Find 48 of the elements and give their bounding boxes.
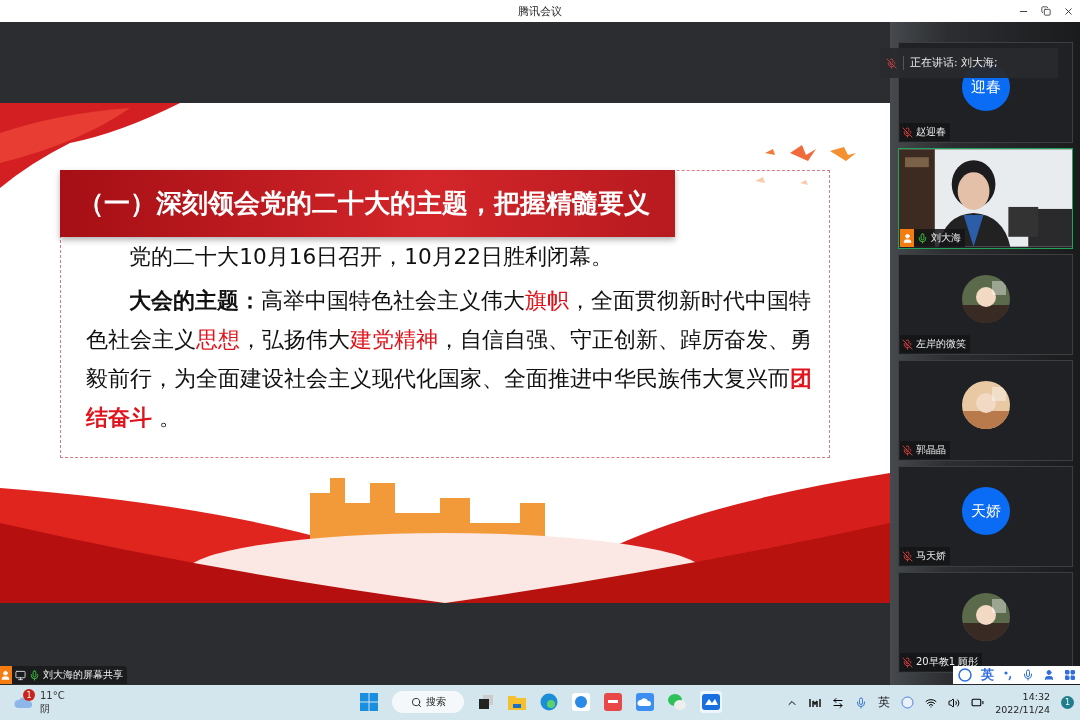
battery-icon[interactable] bbox=[971, 696, 985, 709]
participant-name: 郭晶晶 bbox=[916, 443, 946, 457]
microphone-icon[interactable] bbox=[855, 696, 868, 709]
language-toggle[interactable]: 英 bbox=[980, 666, 994, 684]
grid-icon[interactable] bbox=[1063, 669, 1076, 681]
meeting-app-icon[interactable] bbox=[700, 691, 722, 713]
input-method[interactable]: 英 bbox=[878, 694, 891, 711]
folder-icon[interactable] bbox=[508, 694, 526, 710]
close-button[interactable] bbox=[1063, 5, 1074, 17]
slide-paragraph: 党的二十大10月16日召开，10月22日胜利闭幕。 bbox=[128, 243, 615, 271]
participant-name: 赵迎春 bbox=[916, 125, 946, 139]
slide-paragraph: 大会的主题：高举中国特色社会主义伟大旗帜，全面贯彻新时代中国特色社会主义思想，弘扬伟大建党精神，自信自强、守正创新、踔厉奋发、勇毅前行，为全面建设社会主义现代化国家、全面推进中华民族伟大复兴而团结奋斗 。 bbox=[86, 287, 813, 432]
punctuation-icon[interactable] bbox=[1002, 669, 1013, 681]
browser-icon[interactable] bbox=[540, 693, 558, 711]
search-icon bbox=[410, 696, 422, 708]
equalizer-icon[interactable] bbox=[809, 697, 822, 708]
participant-name: 刘大海 bbox=[931, 231, 961, 245]
windows-start-icon[interactable] bbox=[360, 693, 378, 711]
notification-badge[interactable]: 1 bbox=[1061, 696, 1074, 709]
user-icon[interactable] bbox=[1042, 669, 1055, 681]
close-icon bbox=[1063, 5, 1074, 17]
search-button[interactable]: 搜索 bbox=[392, 691, 464, 713]
temperature: 11°C bbox=[40, 689, 65, 702]
participant-name: 20早教1 顾彤 bbox=[916, 655, 979, 669]
screen-icon bbox=[15, 669, 26, 681]
muted-mic-icon bbox=[886, 57, 897, 69]
weather-badge: 1 bbox=[23, 689, 35, 701]
restore-button[interactable] bbox=[1041, 6, 1051, 16]
weather-condition: 阴 bbox=[40, 702, 51, 715]
participant-name: 左岸的微笑 bbox=[916, 337, 966, 351]
avatar: 天娇 bbox=[961, 487, 1010, 535]
host-icon bbox=[0, 666, 12, 684]
window-title: 腾讯会议 bbox=[518, 3, 562, 19]
task-view-icon[interactable] bbox=[478, 694, 494, 710]
mic-icon bbox=[29, 669, 40, 681]
transfer-icon[interactable] bbox=[832, 696, 845, 709]
wifi-icon[interactable] bbox=[925, 696, 938, 709]
restore-icon bbox=[1041, 6, 1051, 16]
share-label: 刘大海的屏幕共享 bbox=[43, 668, 123, 682]
slide-heading: （一）深刻领会党的二十大的主题，把握精髓要义 bbox=[60, 170, 675, 237]
clock-time[interactable]: 14:32 bbox=[1022, 689, 1050, 703]
speaking-label: 正在讲话: 刘大海; bbox=[903, 56, 998, 70]
participant-name: 马天娇 bbox=[916, 549, 946, 563]
clock-date[interactable]: 2022/11/24 bbox=[995, 702, 1050, 716]
ime-logo-icon[interactable] bbox=[957, 668, 972, 682]
cloud-app-icon[interactable] bbox=[636, 693, 654, 711]
voice-input-icon[interactable] bbox=[1021, 669, 1034, 681]
volume-icon[interactable] bbox=[948, 696, 961, 709]
